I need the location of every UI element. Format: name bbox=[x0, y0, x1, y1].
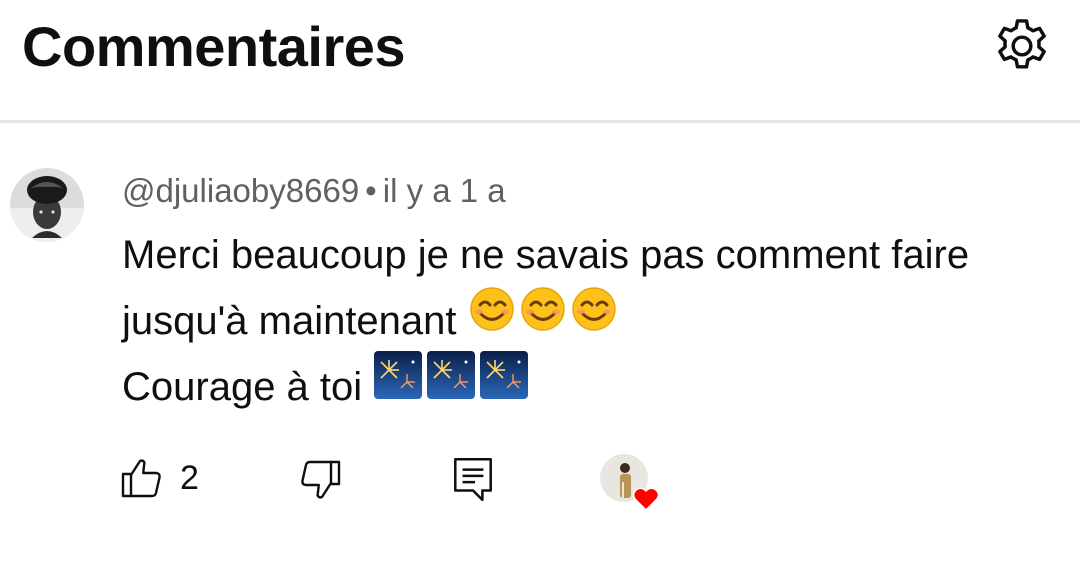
comment-line-2: jusqu'à maintenant bbox=[122, 299, 457, 343]
reply-button[interactable] bbox=[450, 454, 496, 504]
heart-icon bbox=[632, 487, 660, 512]
like-button[interactable]: 2 bbox=[118, 454, 199, 502]
avatar[interactable] bbox=[10, 168, 84, 242]
author-name[interactable]: @djuliaoby8669 bbox=[122, 172, 359, 209]
settings-button[interactable] bbox=[986, 10, 1058, 82]
comment-text: Merci beaucoup je ne savais pas comment … bbox=[122, 222, 1062, 420]
reply-comment-icon bbox=[454, 457, 492, 502]
page-title: Commentaires bbox=[22, 15, 406, 78]
comment-item: @djuliaoby8669 • il y a 1 a Merci beaucoup… bbox=[0, 124, 1080, 565]
comments-panel: Commentaires @djuliaoby8669•il y a 1 a bbox=[0, 0, 1080, 565]
comment-timestamp[interactable]: il y a 1 a bbox=[383, 172, 506, 209]
comment-line-1: Merci beaucoup je ne savais pas comment … bbox=[122, 233, 970, 277]
comment-meta: @djuliaoby8669 • il y a 1 a bbox=[122, 172, 506, 210]
meta-separator: • bbox=[365, 172, 377, 209]
smiling-face-emoji bbox=[468, 285, 618, 353]
gear-icon bbox=[998, 19, 1046, 69]
comment-line-2-wrap: jusqu'à maintenant bbox=[122, 285, 1062, 354]
fireworks-emoji bbox=[373, 350, 529, 420]
comments-header: Commentaires bbox=[0, 0, 1080, 123]
dislike-button[interactable] bbox=[296, 456, 344, 504]
like-count: 2 bbox=[180, 458, 199, 497]
creator-heart-badge[interactable] bbox=[598, 452, 668, 512]
thumbs-down-icon bbox=[301, 460, 341, 499]
comment-line-3: Courage à toi bbox=[122, 365, 363, 409]
comment-actions: 2 bbox=[0, 444, 1080, 514]
comment-line-3-wrap: Courage à toi bbox=[122, 351, 1062, 420]
thumbs-up-icon bbox=[121, 459, 161, 498]
